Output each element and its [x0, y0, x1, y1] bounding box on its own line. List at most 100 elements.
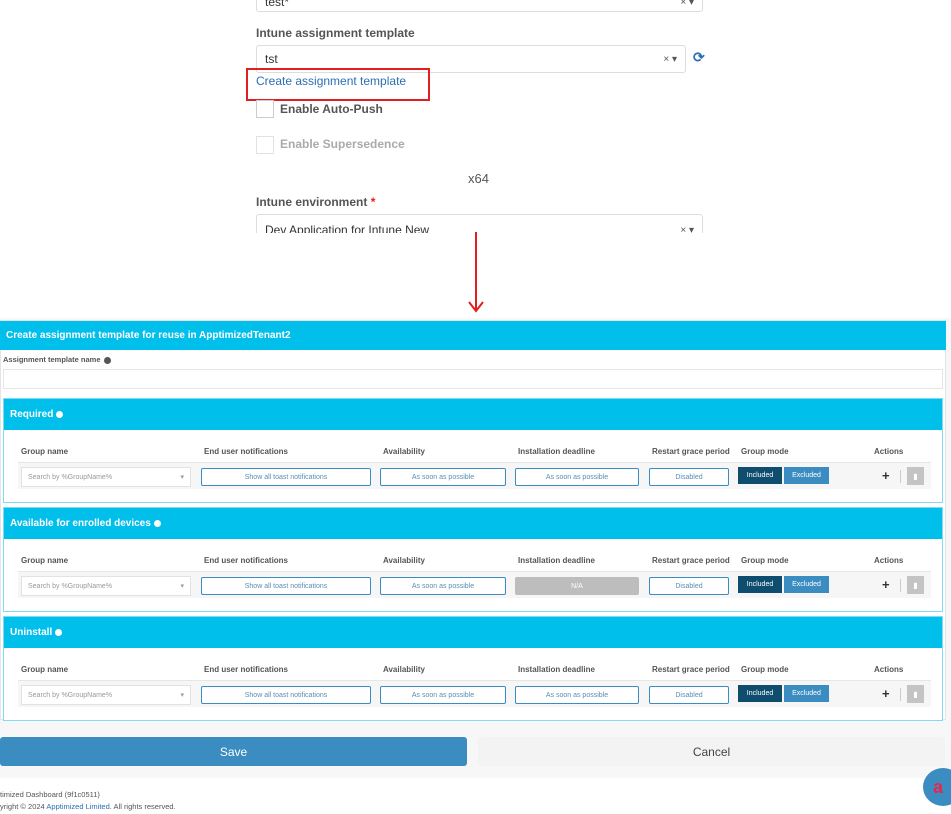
template-name-label: Assignment template name — [3, 355, 111, 364]
column-header: Restart grace period — [652, 665, 730, 674]
group-name-select[interactable]: Search by %GroupName% ▾ — [21, 576, 191, 596]
column-header: Installation deadline — [518, 556, 595, 565]
column-header: Restart grace period — [652, 556, 730, 565]
assignment-section: Uninstall Group name End user notification… — [3, 616, 943, 721]
section-header: Available for enrolled devices — [4, 508, 942, 539]
section-title: Uninstall — [10, 627, 53, 638]
divider — [900, 470, 901, 483]
clear-dropdown-icon[interactable]: × ▾ — [680, 225, 694, 234]
architecture-text: x64 — [468, 171, 489, 186]
environment-select-clip: Dev Application for Intune New × ▾ — [256, 214, 703, 233]
section-title: Required — [10, 409, 54, 420]
notifications-select[interactable]: Show all toast notifications — [201, 577, 371, 595]
refresh-icon[interactable]: ⟳ — [693, 49, 705, 66]
column-header: Actions — [874, 556, 904, 565]
dropdown-icon: ▾ — [180, 583, 184, 590]
column-header: Availability — [383, 556, 425, 565]
info-icon — [56, 411, 64, 418]
previous-select[interactable]: test* × ▾ — [256, 0, 703, 12]
clear-dropdown-icon[interactable]: × ▾ — [663, 54, 677, 65]
availability-select[interactable]: As soon as possible — [380, 577, 506, 595]
delete-row-icon[interactable]: ▮ — [907, 576, 924, 594]
annotation-arrow-icon — [468, 232, 484, 313]
group-name-select[interactable]: Search by %GroupName% ▾ — [21, 685, 191, 705]
supersedence-label: Enable Supersedence — [280, 137, 405, 151]
included-toggle[interactable]: Included — [738, 685, 782, 702]
column-header: Group name — [21, 447, 69, 456]
divider — [900, 579, 901, 592]
column-header: Group mode — [741, 665, 789, 674]
column-header: Group name — [21, 665, 69, 674]
deadline-select[interactable]: As soon as possible — [515, 468, 639, 486]
auto-push-checkbox[interactable] — [256, 100, 274, 118]
company-link[interactable]: Apptimized Limited — [46, 802, 109, 811]
column-header: Availability — [383, 665, 425, 674]
auto-push-label: Enable Auto-Push — [280, 102, 383, 116]
deadline-select: N/A — [515, 577, 639, 595]
info-icon — [103, 356, 111, 364]
availability-select[interactable]: As soon as possible — [380, 686, 506, 704]
column-header: Restart grace period — [652, 447, 730, 456]
dropdown-icon: ▾ — [180, 474, 184, 481]
column-header: End user notifications — [204, 556, 289, 565]
excluded-toggle[interactable]: Excluded — [784, 685, 829, 702]
add-row-icon[interactable]: + — [882, 577, 890, 592]
supersedence-checkbox[interactable] — [256, 136, 274, 154]
column-header: Availability — [383, 447, 425, 456]
delete-row-icon[interactable]: ▮ — [907, 467, 924, 485]
assignment-section: Required Group name End user notifications… — [3, 398, 943, 503]
column-header: End user notifications — [204, 447, 289, 456]
restart-grace-select[interactable]: Disabled — [649, 577, 729, 595]
column-header: Group mode — [741, 447, 789, 456]
dialog-title: Create assignment template for reuse in … — [0, 321, 946, 350]
notifications-select[interactable]: Show all toast notifications — [201, 686, 371, 704]
section-title: Available for enrolled devices — [10, 518, 151, 529]
info-icon — [55, 629, 63, 636]
included-toggle[interactable]: Included — [738, 467, 782, 484]
assignment-template-label: Intune assignment template — [256, 26, 415, 40]
add-row-icon[interactable]: + — [882, 686, 890, 701]
divider — [900, 688, 901, 701]
column-header: Actions — [874, 665, 904, 674]
section-header: Uninstall — [4, 617, 942, 648]
dropdown-icon: ▾ — [180, 692, 184, 699]
delete-row-icon[interactable]: ▮ — [907, 685, 924, 703]
assignment-section: Available for enrolled devices Group name… — [3, 507, 943, 612]
table-row: Search by %GroupName% ▾ Show all toast no… — [18, 680, 931, 707]
availability-select[interactable]: As soon as possible — [380, 468, 506, 486]
copyright-suffix: . All rights reserved. — [109, 802, 176, 811]
environment-label-text: Intune environment — [256, 195, 368, 209]
restart-grace-select[interactable]: Disabled — [649, 468, 729, 486]
chat-widget-button[interactable]: a — [923, 768, 951, 806]
cancel-button[interactable]: Cancel — [478, 737, 945, 766]
notifications-select[interactable]: Show all toast notifications — [201, 468, 371, 486]
environment-label: Intune environment * — [256, 195, 375, 209]
deadline-select[interactable]: As soon as possible — [515, 686, 639, 704]
template-name-label-text: Assignment template name — [3, 355, 101, 364]
column-header: End user notifications — [204, 665, 289, 674]
table-row: Search by %GroupName% ▾ Show all toast no… — [18, 571, 931, 598]
clear-dropdown-icon[interactable]: × ▾ — [680, 0, 694, 8]
save-button[interactable]: Save — [0, 737, 467, 766]
excluded-toggle[interactable]: Excluded — [784, 576, 829, 593]
annotation-highlight-box — [246, 68, 430, 101]
footer-version: timized Dashboard (9f1c0511) — [0, 790, 100, 799]
excluded-toggle[interactable]: Excluded — [784, 467, 829, 484]
environment-select[interactable]: Dev Application for Intune New × ▾ — [256, 214, 703, 233]
section-header: Required — [4, 399, 942, 430]
required-marker: * — [370, 195, 376, 209]
restart-grace-select[interactable]: Disabled — [649, 686, 729, 704]
column-header: Installation deadline — [518, 665, 595, 674]
column-header: Group name — [21, 556, 69, 565]
included-toggle[interactable]: Included — [738, 576, 782, 593]
info-icon — [153, 520, 161, 527]
column-header: Group mode — [741, 556, 789, 565]
column-header: Actions — [874, 447, 904, 456]
add-row-icon[interactable]: + — [882, 468, 890, 483]
template-name-input[interactable] — [3, 369, 943, 389]
column-header: Installation deadline — [518, 447, 595, 456]
group-name-select[interactable]: Search by %GroupName% ▾ — [21, 467, 191, 487]
footer-copyright: yright © 2024 Apptimized Limited. All ri… — [0, 802, 176, 811]
table-row: Search by %GroupName% ▾ Show all toast no… — [18, 462, 931, 489]
copyright-prefix: yright © 2024 — [0, 802, 47, 811]
